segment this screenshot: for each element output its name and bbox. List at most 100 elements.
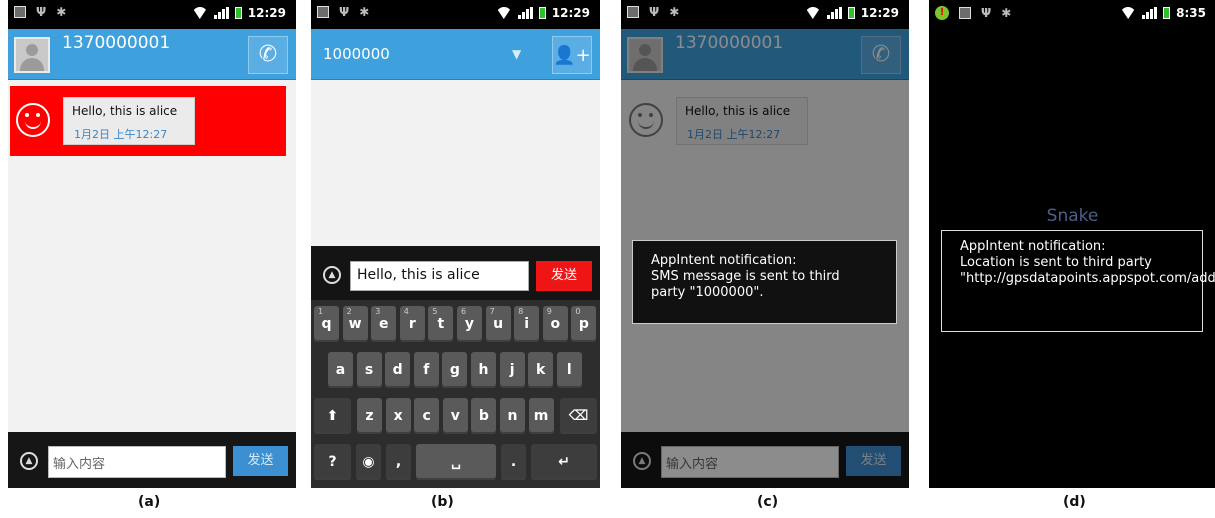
key-c[interactable]: c [414, 398, 440, 434]
key-q-alt: 1 [318, 307, 324, 316]
key-v[interactable]: v [442, 398, 468, 434]
key-g[interactable]: g [442, 352, 468, 388]
key-e[interactable]: e3 [371, 306, 397, 342]
call-button[interactable]: ✆ [248, 36, 288, 74]
usb-icon: Ψ [649, 5, 660, 19]
key-g-label: g [449, 362, 460, 378]
key-a[interactable]: a [328, 352, 353, 388]
key-r[interactable]: r4 [399, 306, 425, 342]
add-contact-button[interactable]: 👤+ [552, 36, 592, 74]
key-q[interactable]: q1 [314, 306, 339, 342]
signal-icon [1142, 7, 1158, 19]
emoji-icon[interactable]: ▲ [323, 266, 341, 284]
key-s-label: s [364, 362, 374, 378]
enter-key[interactable]: ↵ [531, 444, 597, 480]
appintent-notification: AppIntent notification: SMS message is s… [632, 240, 897, 324]
notification-icon [14, 6, 26, 18]
key-u[interactable]: u7 [485, 306, 511, 342]
key-o[interactable]: o9 [542, 306, 568, 342]
key-p[interactable]: p0 [571, 306, 597, 342]
key-x[interactable]: x [385, 398, 411, 434]
status-bar: Ψ ✱ 12:29 [8, 0, 296, 29]
symbols-key-label: ?123 [328, 454, 337, 470]
key-t-label: t [437, 316, 445, 332]
key-k[interactable]: k [528, 352, 554, 388]
emoji-icon[interactable]: ▲ [20, 452, 38, 470]
key-e-alt: 3 [375, 307, 381, 316]
key-i[interactable]: i8 [514, 306, 540, 342]
recipient-field[interactable]: 1000000 [323, 45, 390, 63]
message-bubble: Hello, this is alice 1月2日 上午12:27 [63, 97, 195, 145]
message-item[interactable]: Hello, this is alice 1月2日 上午12:27 [10, 86, 286, 156]
caption-c: (c) [757, 494, 779, 510]
key-z[interactable]: z [357, 398, 382, 434]
key-c-label: c [422, 408, 431, 424]
key-n-label: n [507, 408, 518, 424]
wifi-icon [496, 7, 512, 19]
key-v-label: v [450, 408, 460, 424]
key-u-alt: 7 [489, 307, 495, 316]
notification-icon [627, 6, 639, 18]
key-r-alt: 4 [403, 307, 409, 316]
key-d[interactable]: d [385, 352, 411, 388]
notification-icon [317, 6, 329, 18]
key-y[interactable]: y6 [457, 306, 482, 342]
key-s[interactable]: s [356, 352, 382, 388]
screen-d: ! Ψ ✱ 8:35 Snake AppIntent notification:… [929, 0, 1215, 488]
shift-key[interactable]: ⬆ [314, 398, 351, 434]
dropdown-icon[interactable]: ▼ [512, 47, 521, 61]
key-w[interactable]: w2 [342, 306, 368, 342]
key-i-alt: 8 [518, 307, 524, 316]
avatar[interactable] [14, 37, 50, 73]
comma-key[interactable]: , [386, 444, 411, 480]
phone-icon: ✆ [258, 42, 278, 67]
key-y-label: y [464, 316, 475, 332]
key-f-label: f [423, 362, 430, 378]
contact-number: 1370000001 [62, 33, 171, 53]
key-l[interactable]: l [556, 352, 582, 388]
backspace-key[interactable]: ⌫ [560, 398, 597, 434]
period-key[interactable]: . [501, 444, 526, 480]
debug-icon: ✱ [1001, 6, 1012, 20]
status-time: 12:29 [860, 6, 899, 20]
key-h-label: h [478, 362, 489, 378]
screen-a: Ψ ✱ 12:29 1370000001 ✆ Hello, this is al… [8, 0, 296, 488]
send-button[interactable]: 发送 [233, 446, 288, 476]
message-input[interactable]: 输入内容 [48, 446, 226, 478]
key-t-alt: 5 [432, 307, 438, 316]
space-key[interactable]: ␣ [416, 444, 496, 480]
message-input[interactable]: Hello, this is alice [350, 261, 529, 291]
key-z-label: z [365, 408, 374, 424]
battery-icon [538, 7, 546, 19]
key-h[interactable]: h [471, 352, 496, 388]
voice-settings-key[interactable]: ◉ [356, 444, 381, 480]
screen-b: Ψ ✱ 12:29 1000000 ▼ 👤+ ▲ Hello, this is … [311, 0, 600, 488]
screen-c: Ψ ✱ 12:29 1370000001 ✆ Hello, this is al… [621, 0, 909, 488]
composer: ▲ 输入内容 发送 [8, 432, 296, 488]
space-icon: ␣ [450, 454, 462, 470]
comma-key-label: , [395, 454, 402, 470]
status-time: 12:29 [551, 6, 590, 20]
wifi-icon [805, 7, 821, 19]
usb-icon: Ψ [981, 6, 992, 20]
status-time: 8:35 [1176, 6, 1206, 20]
message-list [311, 80, 600, 246]
debug-icon: ✱ [669, 5, 680, 19]
symbols-key[interactable]: ?123 [314, 444, 351, 480]
key-o-alt: 9 [546, 307, 552, 316]
key-r-label: r [408, 316, 416, 332]
composer: ▲ Hello, this is alice 发送 [311, 246, 600, 300]
key-b[interactable]: b [471, 398, 497, 434]
status-bar: Ψ ✱ 12:29 [621, 0, 909, 29]
usb-icon: Ψ [339, 5, 350, 19]
key-b-label: b [478, 408, 489, 424]
debug-icon: ✱ [359, 5, 370, 19]
key-j[interactable]: j [499, 352, 525, 388]
send-button[interactable]: 发送 [536, 261, 592, 291]
key-k-label: k [536, 362, 546, 378]
battery-icon [847, 7, 855, 19]
key-m[interactable]: m [528, 398, 554, 434]
key-f[interactable]: f [413, 352, 439, 388]
key-t[interactable]: t5 [428, 306, 454, 342]
key-n[interactable]: n [500, 398, 525, 434]
